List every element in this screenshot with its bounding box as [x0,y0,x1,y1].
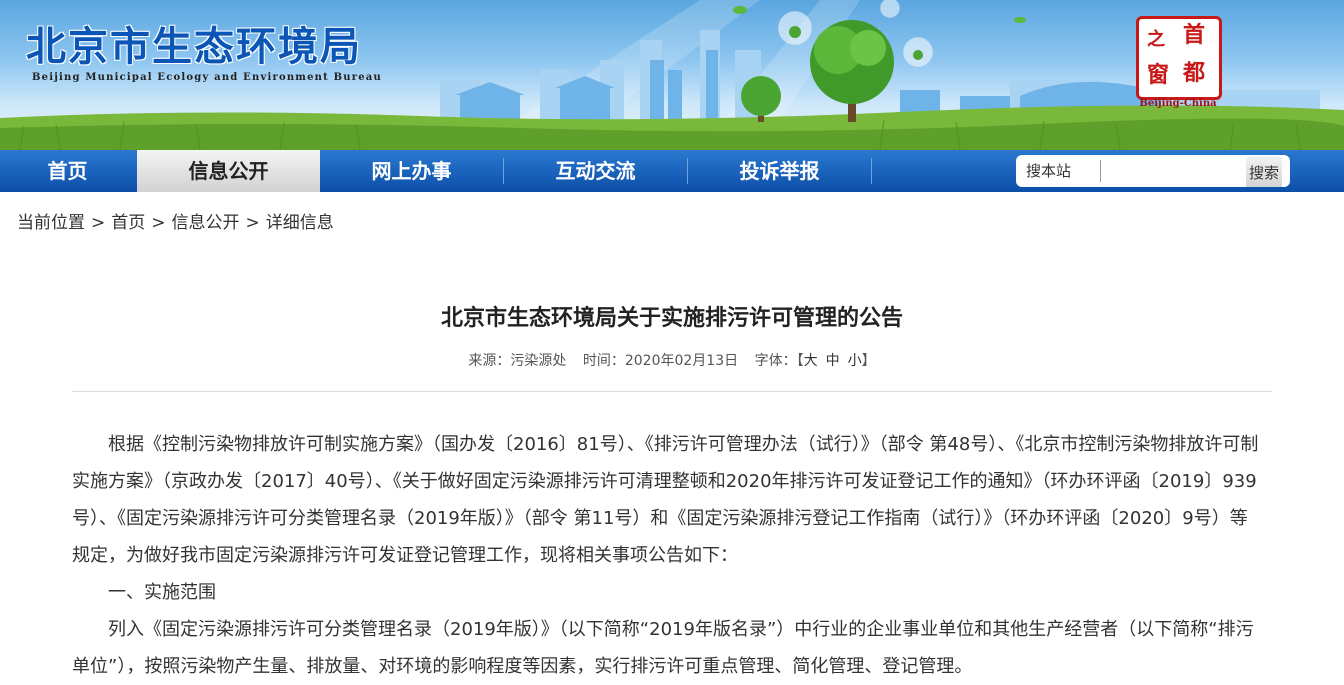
article-paragraph: 根据《控制污染物排放许可制实施方案》（国办发〔2016〕81号）、《排污许可管理… [72,434,1259,566]
logo-caption: Beijing-China [1139,98,1217,109]
font-size-small-button[interactable]: 小 [848,353,862,369]
site-subtitle: Beijing Municipal Ecology and Environmen… [32,72,382,83]
article-body: 根据《控制污染物排放许可制实施方案》（国办发〔2016〕81号）、《排污许可管理… [72,426,1262,685]
site-title: 北京市生态环境局 [26,24,362,70]
title-divider [72,391,1272,392]
time-value: 2020年02月13日 [624,353,739,369]
nav-separator [871,158,872,184]
logo-char: 之 [1147,29,1165,50]
logo-char: 窗 [1147,63,1170,88]
breadcrumb-separator: > [151,213,166,233]
nav-item-online-services[interactable]: 网上办事 [320,150,503,192]
nav-item-home[interactable]: 首页 [0,150,135,192]
search-input[interactable] [1100,160,1267,182]
breadcrumb-info-link[interactable]: 信息公开 [172,213,240,233]
font-size-label: 字体： [754,353,797,369]
font-size-medium-button[interactable]: 中 [826,353,840,369]
search-label: 搜本站 [1026,162,1072,180]
breadcrumb-separator: > [91,213,106,233]
source-value: 污染源处 [510,353,567,369]
font-size-bracket-open: 【 [796,353,804,369]
nav-item-info-disclosure[interactable]: 信息公开 [137,150,320,192]
article-title: 北京市生态环境局关于实施排污许可管理的公告 [440,306,903,331]
breadcrumb-separator: > [245,213,260,233]
source-label: 来源： [468,353,511,369]
main-nav: 首页 信息公开 网上办事 互动交流 投诉举报 搜本站 [0,150,1344,192]
search-button[interactable]: 搜索 [1246,157,1282,187]
article-section-heading: 一、实施范围 [108,582,216,603]
nav-item-complaints[interactable]: 投诉举报 [688,150,871,192]
font-size-field: 字体：【大中小】 [755,353,876,369]
article-paragraph: 列入《固定污染源排污许可分类管理名录（2019年版）》（以下简称“2019年版名… [72,619,1254,677]
font-size-large-button[interactable]: 大 [804,353,818,369]
breadcrumb-prefix: 当前位置 [17,213,85,233]
nav-item-interaction[interactable]: 互动交流 [504,150,687,192]
logo-char: 首 [1183,23,1206,48]
article-meta: 来源：污染源处 时间：2020年02月13日 字体：【大中小】 [0,350,1344,370]
source-field: 来源：污染源处 [468,353,566,369]
breadcrumb: 当前位置 > 首页 > 信息公开 > 详细信息 [17,208,334,233]
time-field: 时间：2020年02月13日 [583,353,738,369]
logo-char: 都 [1183,61,1206,86]
breadcrumb-home-link[interactable]: 首页 [111,213,145,233]
time-label: 时间： [582,353,625,369]
header-banner: 北京市生态环境局 Beijing Municipal Ecology and E… [0,0,1344,150]
breadcrumb-current: 详细信息 [265,213,334,233]
capital-window-logo[interactable]: 首 都 之 窗 [1136,16,1222,100]
font-size-bracket-close: 】 [861,353,876,369]
